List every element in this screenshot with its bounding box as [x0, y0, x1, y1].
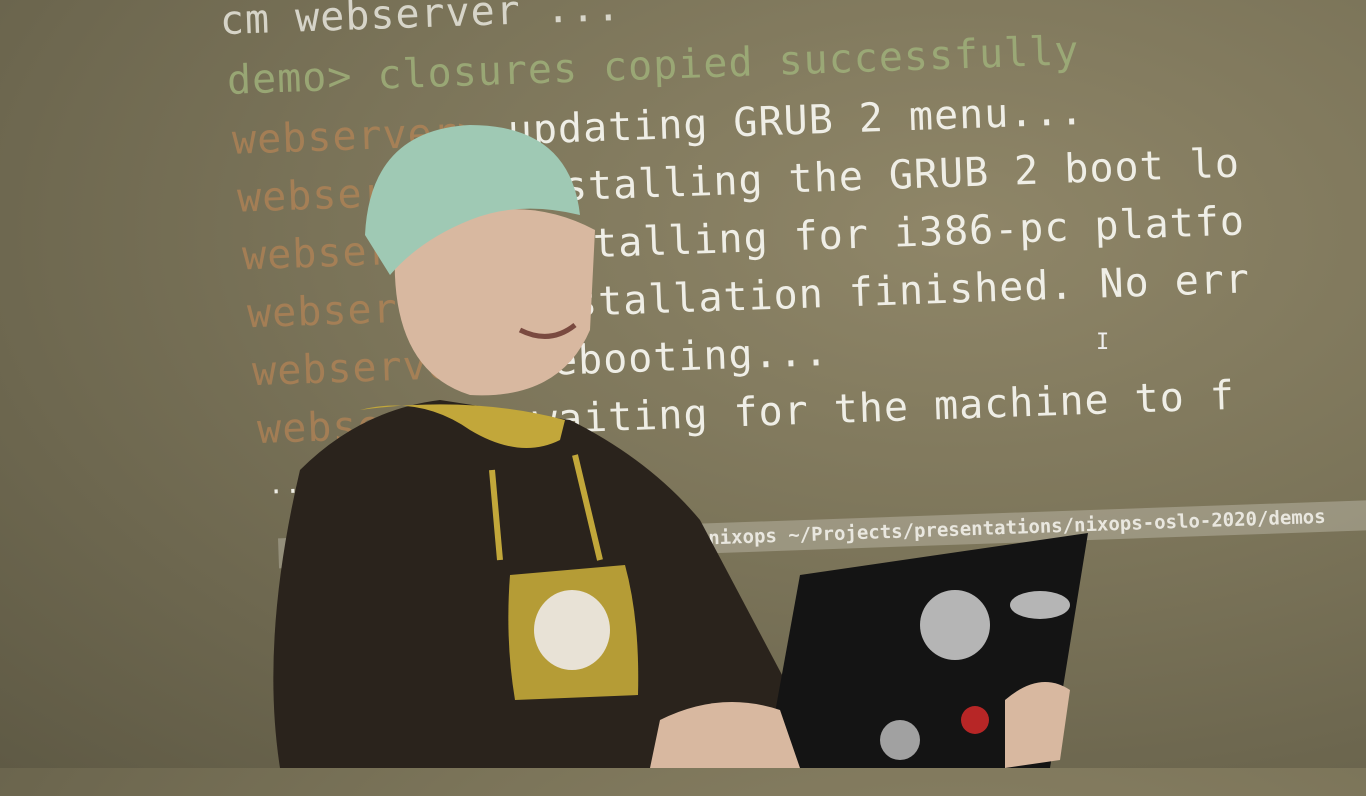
right-hand — [1005, 682, 1070, 768]
sticker — [920, 590, 990, 660]
sticker — [880, 720, 920, 760]
presenter — [273, 125, 1088, 768]
cat-face — [534, 590, 610, 670]
sticker — [1010, 591, 1070, 619]
head — [365, 125, 595, 396]
sticker — [961, 706, 989, 734]
